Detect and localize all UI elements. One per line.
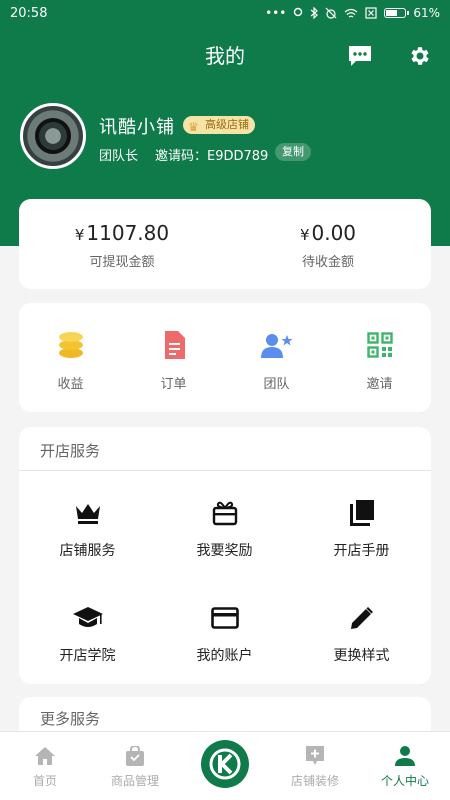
copy-invite-button[interactable]: 复制 xyxy=(275,143,311,161)
section-title: 开店服务 xyxy=(40,442,101,460)
page-title: 我的 xyxy=(205,44,245,68)
withdrawable-amount: 1107.80 xyxy=(86,221,170,245)
title-bar: 我的 xyxy=(0,40,450,72)
service-label: 我要奖励 xyxy=(196,543,253,559)
tab-decoration[interactable]: 店铺装修 xyxy=(270,732,360,800)
document-icon xyxy=(164,331,185,359)
person-icon xyxy=(395,746,415,766)
quick-actions-card: 收益 订单 团队 邀请 xyxy=(19,303,431,412)
service-label: 我的账户 xyxy=(196,648,253,664)
balance-card: ¥1107.80 可提现金额 ¥0.00 待收金额 xyxy=(19,199,431,289)
section-title: 更多服务 xyxy=(40,710,101,728)
home-icon xyxy=(35,747,55,765)
status-icons: ••• 61% xyxy=(265,6,440,20)
tab-home[interactable]: 首页 xyxy=(0,732,90,800)
battery-level xyxy=(386,10,397,16)
team-icon xyxy=(260,334,292,358)
crown-badge-icon: ♛ xyxy=(188,120,199,134)
withdrawable-label: 可提现金额 xyxy=(89,255,155,270)
quick-invite[interactable]: 邀请 xyxy=(328,330,431,392)
quick-label: 邀请 xyxy=(366,377,393,392)
crown-icon xyxy=(75,504,100,524)
pencil-icon xyxy=(350,607,373,629)
user-role: 团队长 xyxy=(99,149,139,164)
tab-products[interactable]: 商品管理 xyxy=(90,732,180,800)
more-dots-icon: ••• xyxy=(265,6,287,20)
tab-profile[interactable]: 个人中心 xyxy=(360,732,450,800)
quick-label: 团队 xyxy=(263,377,290,392)
quick-earnings[interactable]: 收益 xyxy=(19,330,122,392)
graduation-cap-icon xyxy=(72,607,103,627)
shop-name: 讯酷小铺 xyxy=(99,117,175,138)
bluetooth-icon xyxy=(310,7,319,19)
service-label: 开店手册 xyxy=(333,543,390,559)
currency-symbol: ¥ xyxy=(299,226,310,244)
status-bar: 20:58 ••• 61% xyxy=(0,0,450,26)
shop-level-label: 高级店铺 xyxy=(205,118,249,131)
bag-icon xyxy=(126,746,144,766)
invite-code: 邀请码：E9DD789 xyxy=(155,149,269,164)
tab-label: 店铺装修 xyxy=(290,774,339,788)
avatar[interactable] xyxy=(20,103,86,169)
tab-label: 个人中心 xyxy=(380,774,429,788)
quick-label: 收益 xyxy=(57,377,84,392)
qrcode-icon xyxy=(366,332,393,358)
gift-icon xyxy=(212,501,237,526)
coins-icon xyxy=(58,332,83,358)
pending-balance[interactable]: ¥0.00 待收金额 xyxy=(225,221,431,270)
service-account[interactable]: 我的账户 xyxy=(156,605,293,665)
service-label: 店铺服务 xyxy=(59,543,116,559)
pending-amount: 0.00 xyxy=(311,221,357,245)
sim-icon xyxy=(365,7,377,19)
service-handbook[interactable]: 开店手册 xyxy=(293,500,430,560)
service-academy[interactable]: 开店学院 xyxy=(19,605,156,665)
book-icon xyxy=(349,500,374,526)
shop-level-badge: ♛ 高级店铺 xyxy=(183,116,255,134)
battery-percent: 61% xyxy=(413,6,440,20)
tab-label: 首页 xyxy=(32,774,57,788)
tab-label: 商品管理 xyxy=(110,774,159,788)
service-change-style[interactable]: 更换样式 xyxy=(293,605,430,665)
status-time: 20:58 xyxy=(10,5,48,21)
message-icon[interactable] xyxy=(347,44,373,68)
store-services-card: 开店服务 店铺服务 我要奖励 开店手册 开店学院 我的账户 更换样式 xyxy=(19,427,431,684)
service-rewards[interactable]: 我要奖励 xyxy=(156,500,293,560)
credit-card-icon xyxy=(210,607,239,629)
battery-icon xyxy=(384,8,410,18)
alarm-off-icon xyxy=(325,7,337,19)
pending-label: 待收金额 xyxy=(301,255,354,270)
decor-icon xyxy=(306,746,324,765)
quick-label: 订单 xyxy=(160,377,187,392)
wifi-icon xyxy=(344,8,358,18)
settings-gear-icon[interactable] xyxy=(407,44,433,68)
service-label: 开店学院 xyxy=(59,648,116,664)
currency-symbol: ¥ xyxy=(74,226,85,244)
quick-orders[interactable]: 订单 xyxy=(122,330,225,392)
quick-team[interactable]: 团队 xyxy=(225,330,328,392)
service-store[interactable]: 店铺服务 xyxy=(19,500,156,560)
tab-center-logo[interactable] xyxy=(201,740,249,788)
withdrawable-balance[interactable]: ¥1107.80 可提现金额 xyxy=(19,221,225,270)
location-icon xyxy=(294,7,303,17)
logo-k-icon xyxy=(209,748,241,780)
service-label: 更换样式 xyxy=(333,648,390,664)
divider xyxy=(19,470,431,471)
